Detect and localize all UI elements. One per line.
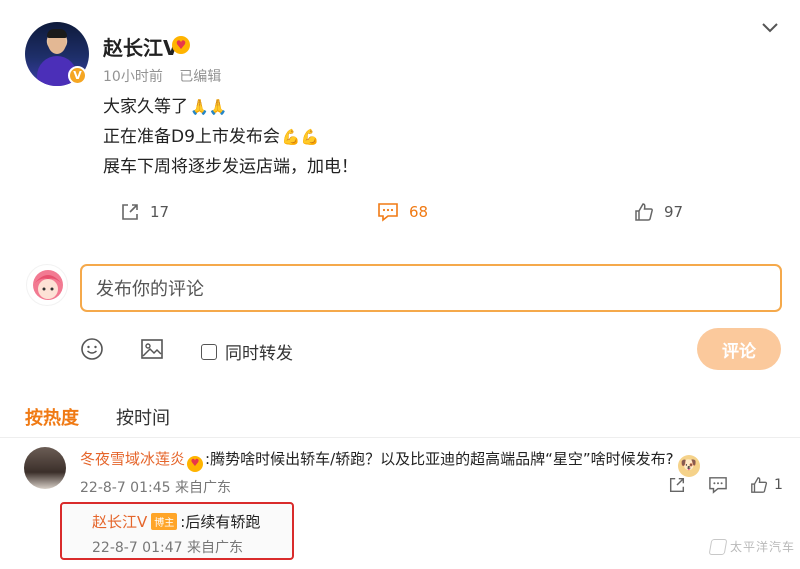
verified-v-icon: V — [68, 66, 87, 85]
reply-meta: 22-8-7 01:47 来自广东 — [92, 540, 243, 556]
comment-text: :腾势啥时候出轿车/轿跑？以及比亚迪的超高端品牌“星空”啥时候发布? — [205, 450, 674, 468]
member-heart-icon: ♥ — [187, 456, 204, 472]
comment-icon — [378, 203, 398, 222]
watermark-logo-icon — [708, 538, 728, 555]
like-count: 97 — [664, 203, 684, 221]
emoji-icon[interactable] — [80, 337, 104, 361]
reply-text: :后续有轿跑 — [180, 513, 261, 531]
my-avatar — [26, 264, 68, 306]
comment-input[interactable]: 发布你的评论 — [80, 264, 782, 312]
post-meta: 10小时前 已编辑 — [103, 66, 221, 86]
comment-like-button[interactable]: 1 — [750, 476, 783, 494]
repost-checkbox-row[interactable]: 同时转发 — [201, 339, 293, 364]
reply-author-name[interactable]: 赵长江V — [92, 511, 147, 532]
post-text-2: 正在准备D9上市发布会 — [103, 127, 280, 147]
submit-comment-button[interactable]: 评论 — [697, 328, 781, 370]
post-time: 10小时前 — [103, 69, 163, 85]
comment-meta: 22-8-7 01:45 来自广东 — [80, 480, 231, 496]
avatar-hair — [47, 29, 67, 38]
image-icon[interactable] — [140, 337, 164, 361]
watermark-text: 太平洋汽车 — [730, 540, 796, 554]
comment-thumbs-up-icon — [751, 477, 768, 493]
repost-checkbox-label: 同时转发 — [225, 344, 293, 364]
member-heart-icon: ♥ — [172, 36, 190, 54]
author-name[interactable]: 赵长江V — [103, 32, 178, 61]
comment-button[interactable]: 68 — [377, 202, 428, 222]
repost-count: 17 — [150, 203, 170, 221]
post-edited-label: 已编辑 — [179, 69, 222, 85]
dog-emoji-icon: 🐶 — [677, 455, 700, 477]
like-button[interactable]: 97 — [634, 202, 683, 222]
comment-count: 68 — [409, 203, 429, 221]
divider — [0, 437, 800, 438]
commenter-avatar[interactable] — [24, 447, 66, 489]
comment-reply-icon[interactable] — [708, 476, 728, 494]
blogger-badge: 博主 — [151, 513, 178, 530]
comment-share-icon[interactable] — [668, 476, 686, 494]
post-text-3: 展车下周将逐步发运店端，加电！ — [103, 157, 358, 177]
chevron-down-icon[interactable] — [758, 18, 782, 38]
pray-emoji-icon: 🙏🙏 — [190, 98, 228, 116]
tab-sort-hot[interactable]: 按热度 — [25, 404, 79, 430]
post-line-2: 正在准备D9上市发布会 💪💪 — [103, 122, 319, 147]
tab-sort-time[interactable]: 按时间 — [116, 404, 170, 430]
share-icon — [122, 204, 138, 220]
repost-button[interactable]: 17 — [120, 202, 169, 222]
post-text-1: 大家久等了 — [103, 97, 188, 117]
muscle-emoji-icon: 💪💪 — [281, 128, 320, 146]
post-line-3: 展车下周将逐步发运店端，加电！ — [103, 152, 358, 177]
repost-checkbox[interactable] — [201, 343, 217, 360]
post-line-1: 大家久等了 🙏🙏 — [103, 92, 227, 117]
comment-like-count: 1 — [774, 477, 783, 493]
reply-content: 赵长江V 博主:后续有轿跑 — [92, 511, 260, 532]
anime-avatar-icon — [33, 270, 63, 300]
thumbs-up-icon — [635, 203, 653, 221]
commenter-name[interactable]: 冬夜雪域冰莲炎 — [80, 450, 185, 468]
comment-content: 冬夜雪域冰莲炎 ♥:腾势啥时候出轿车/轿跑？以及比亚迪的超高端品牌“星空”啥时候发… — [80, 448, 700, 477]
watermark: 太平洋汽车 — [708, 538, 796, 555]
